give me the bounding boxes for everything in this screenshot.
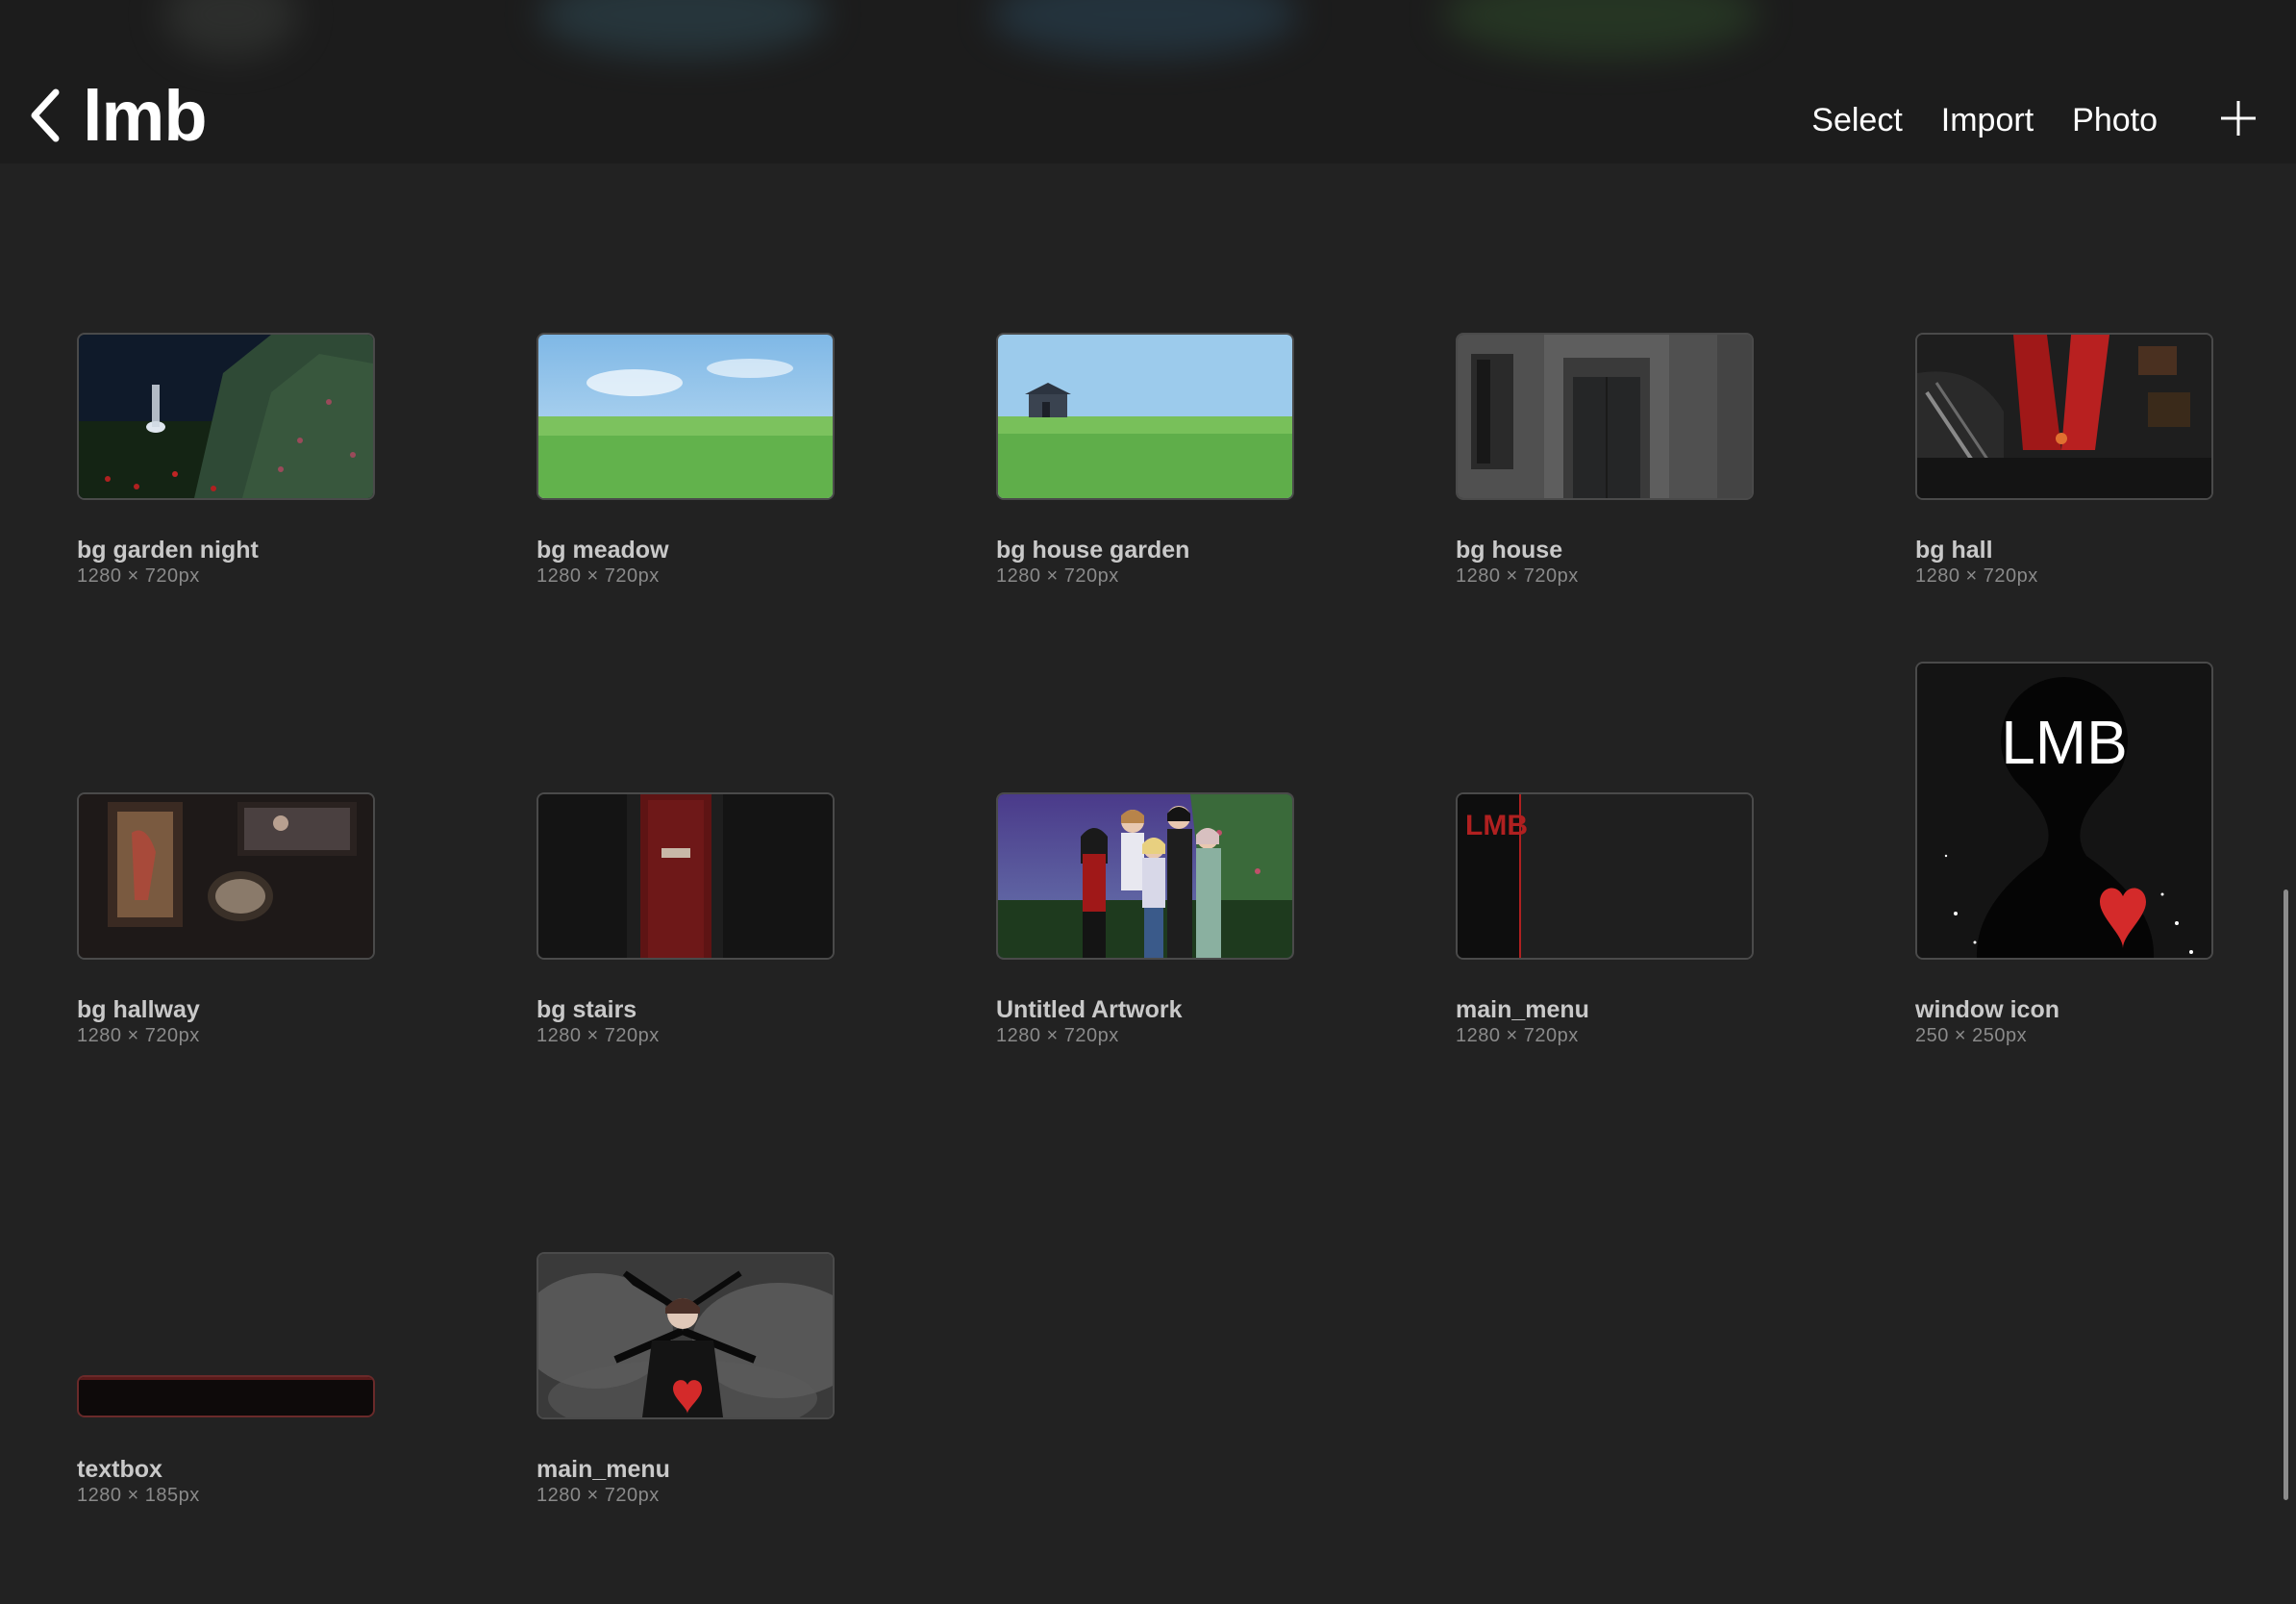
artwork-dimensions: 1280 × 720px [1915, 565, 2038, 587]
gallery-screen: lmb Select Import Photo bg garden night … [0, 0, 2296, 1604]
artwork-thumbnail[interactable] [77, 792, 375, 960]
artwork-dimensions: 1280 × 720px [77, 565, 200, 587]
artwork-dimensions: 1280 × 720px [1456, 1025, 1579, 1046]
artwork-name: bg house [1456, 537, 1563, 564]
artwork-dimensions: 1280 × 720px [537, 565, 660, 587]
artwork-name: textbox [77, 1456, 162, 1483]
artwork-thumbnail[interactable] [996, 792, 1294, 960]
artwork-dimensions: 1280 × 185px [77, 1485, 200, 1506]
artwork-name: bg stairs [537, 996, 637, 1023]
artwork-dimensions: 1280 × 720px [537, 1025, 660, 1046]
artwork-thumbnail[interactable]: LMB [1456, 792, 1754, 960]
artwork-thumbnail[interactable] [537, 333, 835, 500]
artwork-name: bg house garden [996, 537, 1190, 564]
artwork-dimensions: 1280 × 720px [996, 565, 1119, 587]
artwork-thumbnail[interactable] [77, 1375, 375, 1417]
artwork-thumbnail[interactable] [537, 1252, 835, 1419]
window-icon-logo-text: LMB [2001, 708, 2128, 777]
artwork-dimensions: 250 × 250px [1915, 1025, 2028, 1046]
artwork-dimensions: 1280 × 720px [996, 1025, 1119, 1046]
scrollbar[interactable] [2284, 890, 2288, 1500]
artwork-thumbnail[interactable] [1915, 333, 2213, 500]
artwork-thumbnail[interactable] [537, 792, 835, 960]
artwork-dimensions: 1280 × 720px [537, 1485, 660, 1506]
artwork-dimensions: 1280 × 720px [77, 1025, 200, 1046]
main-menu-logo-text: LMB [1465, 810, 1528, 841]
artwork-name: bg meadow [537, 537, 669, 564]
artwork-name: bg hall [1915, 537, 1993, 564]
artwork-thumbnail[interactable] [996, 333, 1294, 500]
artwork-name: main_menu [1456, 996, 1589, 1023]
artwork-name: Untitled Artwork [996, 996, 1183, 1023]
artwork-thumbnail[interactable]: LMB [1915, 662, 2213, 960]
artwork-dimensions: 1280 × 720px [1456, 565, 1579, 587]
artwork-name: bg garden night [77, 537, 259, 564]
artwork-name: bg hallway [77, 996, 200, 1023]
artwork-name: window icon [1915, 996, 2059, 1023]
artwork-thumbnail[interactable] [77, 333, 375, 500]
artwork-thumbnail[interactable] [1456, 333, 1754, 500]
artwork-grid: bg garden night 1280 × 720px bg meadow 1… [0, 0, 2296, 1604]
artwork-name: main_menu [537, 1456, 670, 1483]
